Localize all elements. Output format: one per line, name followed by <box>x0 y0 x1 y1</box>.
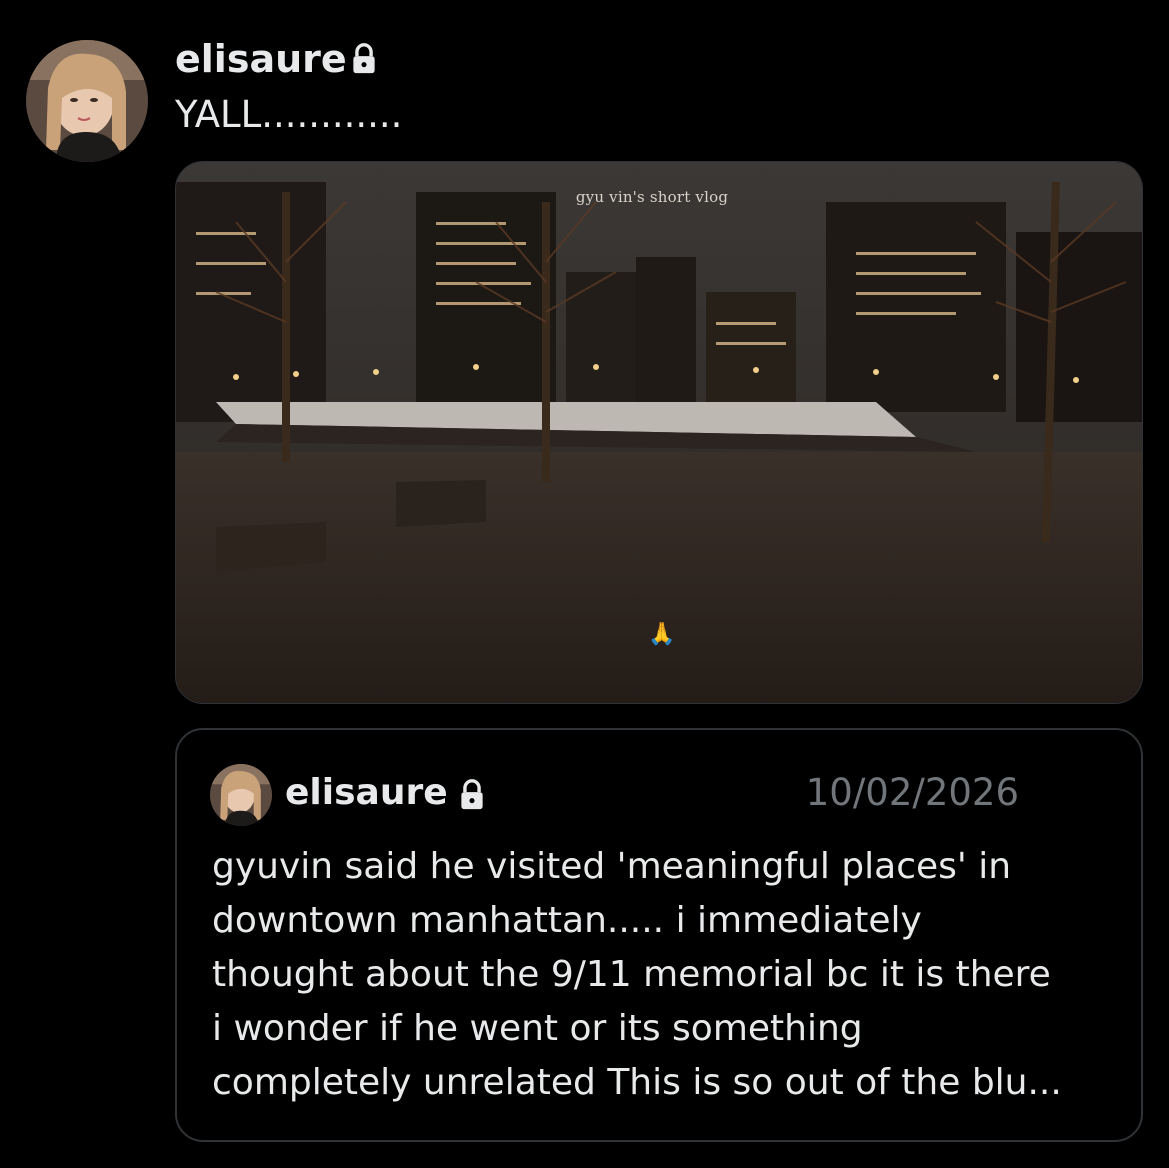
quote-avatar[interactable] <box>210 764 272 826</box>
quote-line: completely unrelated This is so out of t… <box>212 1062 1062 1103</box>
lock-icon <box>461 779 483 810</box>
quote-line: downtown manhattan..... i immediately <box>212 900 922 941</box>
lock-icon <box>353 43 375 74</box>
avatar[interactable] <box>26 40 148 162</box>
quote-card[interactable]: elisaure 10/02/2026 gyuvin said he visit… <box>175 728 1143 1142</box>
vlog-caption: gyu vin's short vlog <box>575 188 729 206</box>
quote-date: 10/02/2026 <box>805 771 1019 814</box>
quote-author-name[interactable]: elisaure <box>285 768 448 818</box>
avatar-image <box>26 40 148 162</box>
quote-body: gyuvin said he visited 'meaningful place… <box>212 840 1122 1110</box>
quote-line: gyuvin said he visited 'meaningful place… <box>212 846 1012 887</box>
media-card[interactable]: gyu vin's short vlog 🙏 <box>175 161 1143 704</box>
author-name[interactable]: elisaure <box>175 34 347 84</box>
pray-emoji: 🙏 <box>648 622 676 647</box>
quote-avatar-image <box>210 764 272 826</box>
post-text: YALL............ <box>175 93 403 136</box>
quote-line: i wonder if he went or its something <box>212 1008 863 1049</box>
quote-line: thought about the 9/11 memorial bc it is… <box>212 954 1051 995</box>
